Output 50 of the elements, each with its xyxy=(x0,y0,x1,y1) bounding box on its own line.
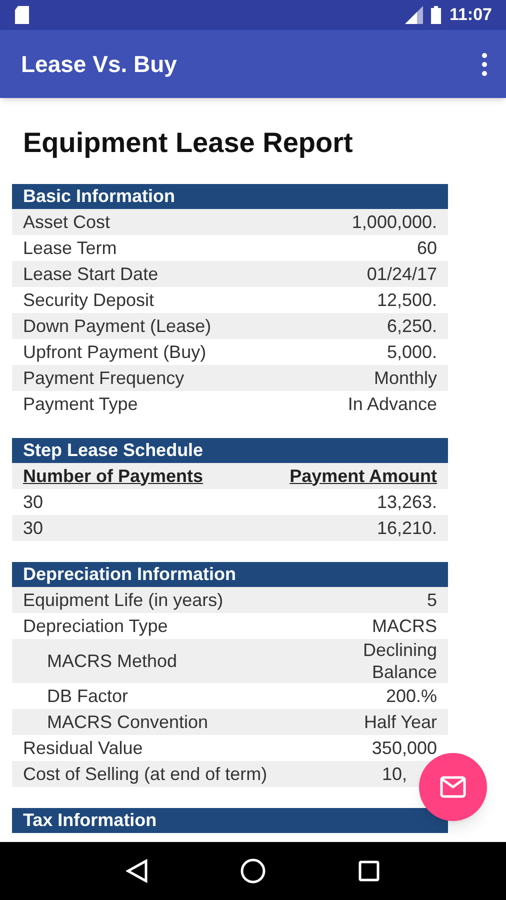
row-value: MACRS xyxy=(372,615,437,637)
signal-icon xyxy=(405,6,424,24)
section-header: Depreciation Information xyxy=(12,562,448,587)
row-value: 01/24/17 xyxy=(366,263,437,285)
row-value: In Advance xyxy=(348,393,437,415)
column-header: Number of Payments xyxy=(23,464,204,488)
row-value: 12,500. xyxy=(376,289,437,311)
row-label: Lease Term xyxy=(23,237,117,259)
back-icon[interactable] xyxy=(126,859,148,883)
row-label: MACRS Convention xyxy=(46,711,208,733)
report-title: Equipment Lease Report xyxy=(22,126,354,160)
mail-icon xyxy=(440,776,466,798)
row-label: Payment Type xyxy=(23,393,138,415)
row-value: 60 xyxy=(416,237,437,259)
row-label: Lease Start Date xyxy=(23,263,158,285)
row-label: Payment Frequency xyxy=(23,367,184,389)
table-cell-text: 13,263. xyxy=(376,490,437,514)
row-label: Security Deposit xyxy=(23,289,154,311)
row-label: Equipment Life (in years) xyxy=(23,589,224,611)
recents-icon[interactable] xyxy=(358,860,380,882)
row-value: Half Year xyxy=(364,711,437,733)
sd-card-icon xyxy=(14,6,30,24)
section-header: Tax Information xyxy=(12,808,448,833)
row-value: 1,000,000. xyxy=(352,211,437,233)
row-value: Declining Balance xyxy=(362,639,437,683)
row-label: MACRS Method xyxy=(46,650,178,672)
row-value: 5,000. xyxy=(386,341,437,363)
row-value: 5 xyxy=(426,589,437,611)
row-value: 10, xyxy=(382,763,407,785)
app-title: Lease Vs. Buy xyxy=(21,50,177,79)
row-value: 200.% xyxy=(386,685,437,707)
row-value: 350,000 xyxy=(372,737,437,759)
row-label: Asset Cost xyxy=(23,211,110,233)
row-label: Depreciation Type xyxy=(23,615,168,637)
status-time: 11:07 xyxy=(449,4,492,26)
battery-icon xyxy=(431,6,442,24)
row-value: Monthly xyxy=(374,367,437,389)
table-cell-text: 16,210. xyxy=(376,516,437,540)
table-cell-text: 30 xyxy=(23,490,44,514)
row-label: Upfront Payment (Buy) xyxy=(23,341,206,363)
row-label: Down Payment (Lease) xyxy=(23,315,212,337)
column-header: Payment Amount xyxy=(290,464,437,488)
section-header: Basic Information xyxy=(12,184,448,209)
row-label: DB Factor xyxy=(46,685,128,707)
section-header: Step Lease Schedule xyxy=(12,438,448,463)
home-icon[interactable] xyxy=(240,858,266,884)
row-value: 6,250. xyxy=(386,315,437,337)
row-label: Residual Value xyxy=(23,737,143,759)
table-cell-text: 30 xyxy=(23,516,44,540)
row-label: Cost of Selling (at end of term) xyxy=(23,763,268,785)
